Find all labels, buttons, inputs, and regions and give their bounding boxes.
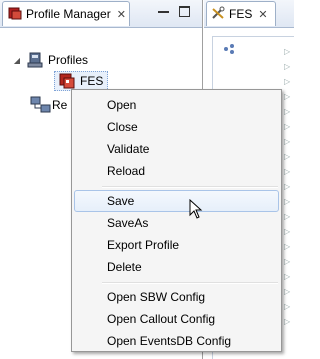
menu-item-label: Validate — [107, 142, 150, 156]
profile-manager-icon — [8, 6, 22, 23]
tree-label-second-root: Re — [52, 98, 68, 112]
menu-separator — [102, 282, 278, 284]
menu-item-label: Open EventsDB Config — [107, 334, 232, 348]
tree-node-fes[interactable]: FES — [54, 71, 109, 91]
expand-arrow-icon[interactable]: ▷ — [284, 194, 292, 209]
menu-item-label: SaveAs — [107, 216, 149, 230]
tree-node-profiles[interactable]: ◢ Profiles — [12, 50, 88, 70]
expand-arrow-icon[interactable]: ▷ — [284, 314, 292, 329]
menu-item-save[interactable]: Save — [74, 190, 279, 212]
expand-arrow-icon[interactable]: ▷ — [284, 239, 292, 254]
expand-arrow-icon[interactable]: ▷ — [284, 89, 292, 104]
menu-separator — [102, 186, 278, 188]
fes-editor-tab-strip: FES ✕ — [204, 0, 294, 28]
mouse-pointer-icon — [189, 198, 203, 222]
fes-profile-icon — [58, 72, 76, 90]
expand-arrow-icon[interactable]: ▷ — [284, 209, 292, 224]
expand-arrow-icon[interactable]: ▷ — [284, 254, 292, 269]
close-icon[interactable]: ✕ — [117, 8, 126, 21]
menu-item-label: Open Callout Config — [107, 312, 216, 326]
menu-item-label: Reload — [107, 164, 146, 178]
maximize-icon[interactable] — [179, 6, 190, 17]
tools-icon — [211, 6, 225, 23]
tab-fes-label: FES — [229, 7, 253, 21]
profiles-folder-icon — [26, 51, 44, 69]
expand-arrow-icon[interactable]: ▷ — [284, 149, 292, 164]
tab-profile-manager[interactable]: Profile Manager ✕ — [2, 1, 130, 26]
expand-arrow-icon[interactable]: ▷ — [284, 74, 292, 89]
profile-manager-tab-strip: Profile Manager ✕ — [0, 0, 202, 28]
network-icon — [30, 96, 51, 114]
expand-arrow-icon[interactable]: ▷ — [284, 179, 292, 194]
menu-item-validate[interactable]: Validate — [74, 138, 279, 160]
menu-item-open-sbw-config[interactable]: Open SBW Config — [74, 286, 279, 308]
menu-item-label: Close — [107, 120, 138, 134]
menu-item-reload[interactable]: Reload — [74, 160, 279, 182]
tree-label-fes: FES — [80, 74, 104, 88]
expand-arrow-icon[interactable]: ▷ — [284, 299, 292, 314]
tree-node-second-root[interactable]: Re — [26, 95, 67, 115]
tree-expanded-icon[interactable]: ◢ — [12, 56, 22, 65]
close-icon[interactable]: ✕ — [258, 8, 267, 21]
expand-arrow-icon[interactable]: ▷ — [284, 269, 292, 284]
menu-item-export-profile[interactable]: Export Profile — [74, 234, 279, 256]
menu-item-label: Open SBW Config — [107, 290, 206, 304]
menu-item-close[interactable]: Close — [74, 116, 279, 138]
expand-arrow-icon[interactable]: ▷ — [284, 224, 292, 239]
tab-profile-manager-label: Profile Manager — [26, 7, 111, 21]
menu-item-delete[interactable]: Delete — [74, 256, 279, 278]
minimize-icon[interactable] — [158, 6, 169, 13]
menu-item-saveas[interactable]: SaveAs — [74, 212, 279, 234]
context-menu: Open Close Validate Reload Save SaveAs E… — [71, 89, 282, 352]
expand-arrow-icon[interactable]: ▷ — [284, 104, 292, 119]
diagram-node-icon — [223, 43, 235, 58]
expand-arrows: ▷ ▷ ▷ ▷ ▷ ▷ ▷ ▷ ▷ ▷ ▷ ▷ ▷ ▷ ▷ ▷ ▷ ▷ ▷ — [284, 44, 292, 329]
menu-item-open-eventsdb-config[interactable]: Open EventsDB Config — [74, 330, 279, 352]
tree-label-profiles: Profiles — [48, 53, 89, 67]
expand-arrow-icon[interactable]: ▷ — [284, 59, 292, 74]
expand-arrow-icon[interactable]: ▷ — [284, 44, 292, 59]
expand-arrow-icon[interactable]: ▷ — [284, 134, 292, 149]
menu-item-open[interactable]: Open — [74, 94, 279, 116]
expand-arrow-icon[interactable]: ▷ — [284, 284, 292, 299]
menu-item-label: Open — [107, 98, 137, 112]
menu-item-label: Save — [107, 194, 135, 208]
menu-item-label: Export Profile — [107, 238, 180, 252]
expand-arrow-icon[interactable]: ▷ — [284, 164, 292, 179]
menu-item-label: Delete — [107, 260, 142, 274]
expand-arrow-icon[interactable]: ▷ — [284, 119, 292, 134]
tab-fes[interactable]: FES ✕ — [206, 1, 276, 26]
menu-item-open-callout-config[interactable]: Open Callout Config — [74, 308, 279, 330]
